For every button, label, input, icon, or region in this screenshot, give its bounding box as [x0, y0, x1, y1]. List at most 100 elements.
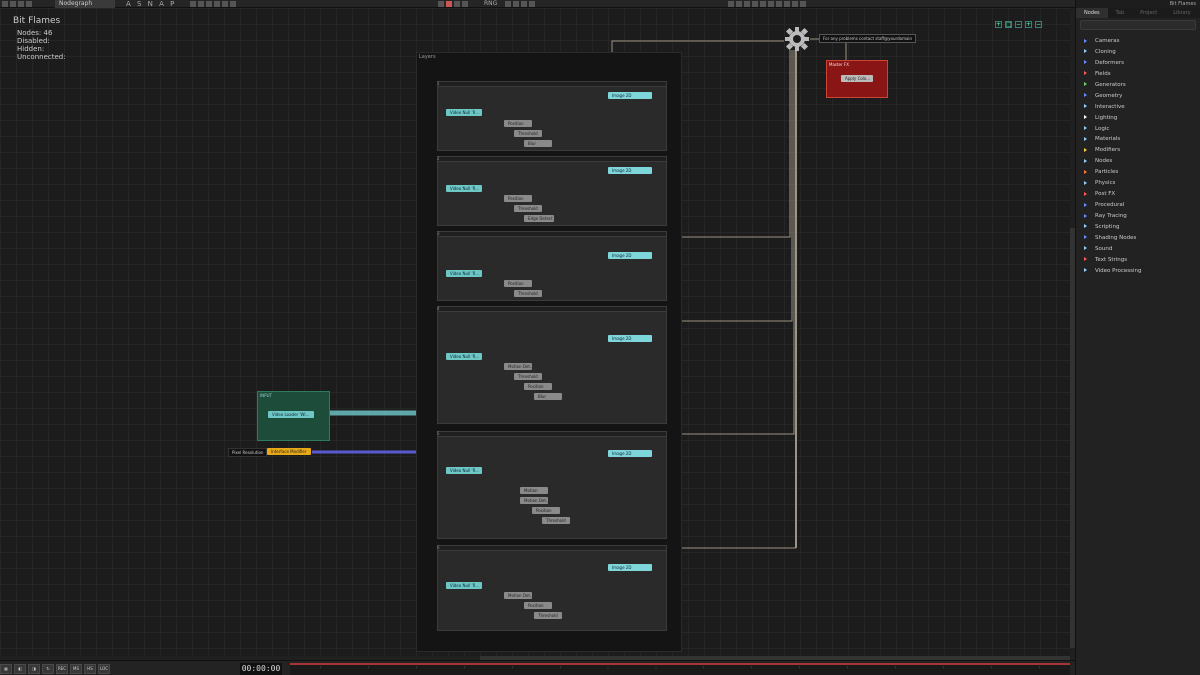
chain-node[interactable]: Threshold	[514, 373, 542, 380]
chain-node[interactable]: Threshold	[534, 612, 562, 619]
file-icon[interactable]	[2, 1, 8, 7]
category-item[interactable]: Modifiers	[1076, 145, 1200, 156]
category-item[interactable]: Geometry	[1076, 91, 1200, 102]
step-forward-icon[interactable]	[776, 1, 782, 7]
category-item[interactable]: Interactive	[1076, 102, 1200, 113]
category-item[interactable]: Cameras	[1076, 36, 1200, 47]
output-icon[interactable]	[521, 1, 527, 7]
marker-icon[interactable]: ◨	[28, 664, 40, 674]
input-group[interactable]: INPUT Video Loader 'Wi...	[257, 391, 330, 441]
stop-icon[interactable]	[752, 1, 758, 7]
tab-nodes[interactable]: Nodes	[1076, 8, 1108, 18]
timeline-track[interactable]: | | | | | | | | | | | | | | | |	[290, 663, 1070, 675]
open-icon[interactable]	[18, 1, 24, 7]
video-loader-node[interactable]: Video Loader 'Wi...	[268, 411, 314, 418]
category-item[interactable]: Text Strings	[1076, 255, 1200, 266]
category-item[interactable]: Scripting	[1076, 222, 1200, 233]
chain-node[interactable]: Position	[524, 602, 552, 609]
toolbar-icons-left[interactable]	[2, 1, 32, 7]
layout-icon[interactable]: ▦	[0, 664, 12, 674]
render-icon[interactable]	[438, 1, 444, 7]
play-icon[interactable]	[760, 1, 766, 7]
toolbar-icons-mid[interactable]	[190, 1, 236, 7]
snap-toggle[interactable]: A S N A P	[126, 0, 176, 8]
layer-1[interactable]: 1 Image 2D Video Null 'R... Position Thr…	[437, 81, 667, 151]
loop-icon[interactable]	[792, 1, 798, 7]
chain-node[interactable]: Blur	[524, 140, 552, 147]
contact-note[interactable]: For any problems contact staff@yourdomai…	[819, 34, 917, 43]
transport-controls[interactable]	[728, 1, 806, 7]
chain-node[interactable]: Position	[504, 195, 532, 202]
category-item[interactable]: Particles	[1076, 167, 1200, 178]
step-back-icon[interactable]	[736, 1, 742, 7]
root-gear-icon[interactable]	[784, 26, 810, 52]
layer-6[interactable]: 6 Image 2D Video Null 'R... Motion Det..…	[437, 545, 667, 631]
master-fx-group[interactable]: Master FX Apply Colo...	[826, 60, 888, 98]
link-icon[interactable]	[206, 1, 212, 7]
chain-node[interactable]: Position	[504, 280, 532, 287]
category-item[interactable]: Video Processing	[1076, 266, 1200, 277]
monitor-icon[interactable]	[505, 1, 511, 7]
category-item[interactable]: Lighting	[1076, 113, 1200, 124]
chain-node[interactable]: Threshold	[514, 290, 542, 297]
record-icon[interactable]	[800, 1, 806, 7]
chain-node[interactable]: Threshold	[514, 130, 542, 137]
tab-library[interactable]: Library	[1165, 8, 1198, 18]
fullscreen-icon[interactable]	[529, 1, 535, 7]
category-item[interactable]: Post FX	[1076, 189, 1200, 200]
chain-node[interactable]: Position	[504, 120, 532, 127]
color-icon[interactable]	[446, 1, 452, 7]
rewind-icon[interactable]	[744, 1, 750, 7]
timecode-display[interactable]: 00:00:00	[240, 663, 282, 675]
loc-button[interactable]: LOC	[98, 664, 110, 674]
chain-node[interactable]: Edge Detect	[524, 215, 554, 222]
toolbar-icons-view[interactable]	[505, 1, 535, 7]
chain-node[interactable]: Position	[524, 383, 552, 390]
layer-5[interactable]: 5 Image 2D Video Null 'R... Motion Motio…	[437, 431, 667, 539]
toolbar-icons-render[interactable]	[438, 1, 468, 7]
category-item[interactable]: Sound	[1076, 244, 1200, 255]
camera-icon[interactable]	[462, 1, 468, 7]
screen-icon[interactable]	[513, 1, 519, 7]
video-null-node[interactable]: Video Null 'R...	[446, 353, 482, 360]
chain-node[interactable]: Threshold	[514, 205, 542, 212]
chain-node[interactable]: Motion Det...	[504, 592, 532, 599]
hs-button[interactable]: HS	[84, 664, 96, 674]
category-item[interactable]: Shading Nodes	[1076, 233, 1200, 244]
save-icon[interactable]	[10, 1, 16, 7]
video-null-node[interactable]: Video Null 'R...	[446, 467, 482, 474]
skip-end-icon[interactable]	[784, 1, 790, 7]
chain-node[interactable]: Blur	[534, 393, 562, 400]
chain-node[interactable]: Position	[532, 507, 560, 514]
layers-group[interactable]: Layers 1 Image 2D Video Null 'R... Posit…	[416, 52, 682, 652]
category-item[interactable]: Fields	[1076, 69, 1200, 80]
category-item[interactable]: Nodes	[1076, 156, 1200, 167]
category-item[interactable]: Physics	[1076, 178, 1200, 189]
layer-2[interactable]: 2 Image 2D Video Null 'R... Position Thr…	[437, 156, 667, 226]
chain-node[interactable]: Threshold	[542, 517, 570, 524]
tab-2[interactable]: Tab	[1108, 8, 1132, 18]
skip-start-icon[interactable]	[728, 1, 734, 7]
video-null-node[interactable]: Video Null 'R...	[446, 270, 482, 277]
grid-icon[interactable]	[214, 1, 220, 7]
forward-icon[interactable]	[768, 1, 774, 7]
image-2d-node[interactable]: Image 2D	[608, 335, 652, 342]
category-item[interactable]: Ray Tracing	[1076, 211, 1200, 222]
category-item[interactable]: Logic	[1076, 124, 1200, 135]
zoom-icon[interactable]	[190, 1, 196, 7]
category-item[interactable]: Procedural	[1076, 200, 1200, 211]
nodegraph-tab[interactable]: Nodegraph	[55, 0, 115, 8]
video-null-node[interactable]: Video Null 'R...	[446, 582, 482, 589]
image-2d-node[interactable]: Image 2D	[608, 167, 652, 174]
category-item[interactable]: Generators	[1076, 80, 1200, 91]
layer-3[interactable]: 3 Image 2D Video Null 'R... Position Thr…	[437, 231, 667, 301]
category-item[interactable]: Materials	[1076, 134, 1200, 145]
ms-button[interactable]: MS	[70, 664, 82, 674]
settings-icon[interactable]	[26, 1, 32, 7]
image-2d-node[interactable]: Image 2D	[608, 92, 652, 99]
loop-icon[interactable]: ↻	[42, 664, 54, 674]
video-null-node[interactable]: Video Null 'R...	[446, 185, 482, 192]
image-2d-node[interactable]: Image 2D	[608, 564, 652, 571]
tab-project[interactable]: Project	[1132, 8, 1165, 18]
node-canvas[interactable]: Bit Flames Nodes: 46 Disabled: Hidden: U…	[0, 8, 1075, 660]
